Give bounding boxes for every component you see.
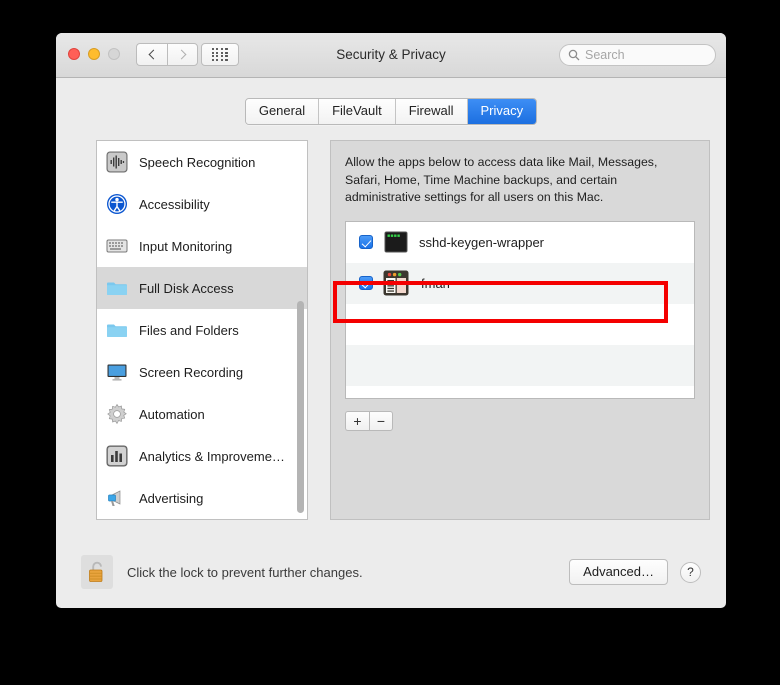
gear-icon bbox=[107, 403, 127, 425]
app-checkbox[interactable] bbox=[359, 276, 373, 290]
keyboard-icon bbox=[106, 239, 128, 253]
lock-status-text: Click the lock to prevent further change… bbox=[127, 564, 363, 580]
tab-privacy[interactable]: Privacy bbox=[467, 99, 537, 124]
megaphone-icon bbox=[108, 490, 121, 506]
security-privacy-window: Security & Privacy Search General FileVa… bbox=[56, 33, 726, 608]
tab-bar: General FileVault Firewall Privacy bbox=[56, 98, 726, 125]
table-row-empty bbox=[346, 344, 694, 386]
sidebar-item-input-monitoring[interactable]: Input Monitoring bbox=[97, 225, 307, 267]
waveform-icon bbox=[106, 151, 128, 173]
tab-filevault[interactable]: FileVault bbox=[319, 99, 396, 124]
accessibility-icon bbox=[107, 194, 127, 214]
sidebar-item-speech-recognition[interactable]: Speech Recognition bbox=[97, 141, 307, 183]
sidebar-item-accessibility[interactable]: Accessibility bbox=[97, 183, 307, 225]
sidebar-item-label: Accessibility bbox=[139, 196, 210, 212]
advanced-button[interactable]: Advanced… bbox=[569, 559, 668, 585]
unlocked-padlock-icon bbox=[89, 561, 103, 582]
display-icon bbox=[107, 364, 127, 381]
sidebar-scrollbar[interactable] bbox=[297, 301, 304, 513]
sidebar-item-automation[interactable]: Automation bbox=[97, 393, 307, 435]
privacy-category-list[interactable]: Speech Recognition Accessibility Input M… bbox=[96, 140, 308, 520]
full-disk-access-panel: Allow the apps below to access data like… bbox=[330, 140, 710, 520]
sidebar-item-label: Advertising bbox=[139, 490, 204, 506]
table-row[interactable]: fman bbox=[346, 262, 694, 304]
sidebar-item-label: Screen Recording bbox=[139, 364, 244, 380]
table-row[interactable]: sshd-keygen-wrapper bbox=[346, 222, 694, 263]
sidebar-item-advertising[interactable]: Advertising bbox=[97, 477, 307, 519]
bar-chart-icon bbox=[106, 445, 128, 467]
window-titlebar: Security & Privacy Search bbox=[56, 33, 726, 78]
terminal-icon bbox=[384, 231, 408, 253]
sidebar-item-full-disk-access[interactable]: Full Disk Access bbox=[97, 267, 307, 309]
remove-app-button[interactable]: − bbox=[369, 410, 393, 431]
tab-firewall[interactable]: Firewall bbox=[395, 99, 468, 124]
search-field[interactable]: Search bbox=[559, 44, 716, 66]
app-checkbox[interactable] bbox=[359, 235, 373, 249]
sidebar-item-screen-recording[interactable]: Screen Recording bbox=[97, 351, 307, 393]
sidebar-item-label: Speech Recognition bbox=[139, 154, 256, 170]
help-button[interactable]: ? bbox=[680, 561, 701, 583]
allowed-apps-list[interactable]: sshd-keygen-wrapper fman bbox=[345, 220, 695, 399]
privacy-content: Speech Recognition Accessibility Input M… bbox=[96, 140, 710, 520]
table-row-empty bbox=[346, 386, 694, 398]
add-remove-buttons: + − bbox=[345, 410, 695, 431]
search-placeholder: Search bbox=[585, 48, 625, 62]
fman-icon bbox=[383, 270, 409, 296]
sidebar-item-label: Files and Folders bbox=[139, 322, 239, 338]
sidebar-item-analytics-improvements[interactable]: Analytics & Improveme… bbox=[97, 435, 307, 477]
tab-general[interactable]: General bbox=[245, 99, 320, 124]
folder-icon bbox=[107, 282, 127, 295]
sidebar-item-label: Full Disk Access bbox=[139, 280, 234, 296]
app-name: sshd-keygen-wrapper bbox=[419, 234, 545, 250]
panel-description: Allow the apps below to access data like… bbox=[345, 155, 658, 204]
lock-button[interactable] bbox=[81, 555, 113, 589]
sidebar-item-label: Input Monitoring bbox=[139, 238, 233, 254]
table-row-empty bbox=[346, 304, 694, 345]
app-name: fman bbox=[421, 275, 450, 291]
window-footer: Click the lock to prevent further change… bbox=[56, 536, 726, 608]
folder-icon bbox=[107, 324, 127, 337]
sidebar-item-label: Automation bbox=[139, 406, 205, 422]
add-app-button[interactable]: + bbox=[345, 410, 369, 431]
search-icon bbox=[568, 49, 580, 61]
sidebar-item-label: Analytics & Improveme… bbox=[139, 448, 285, 464]
sidebar-item-files-and-folders[interactable]: Files and Folders bbox=[97, 309, 307, 351]
